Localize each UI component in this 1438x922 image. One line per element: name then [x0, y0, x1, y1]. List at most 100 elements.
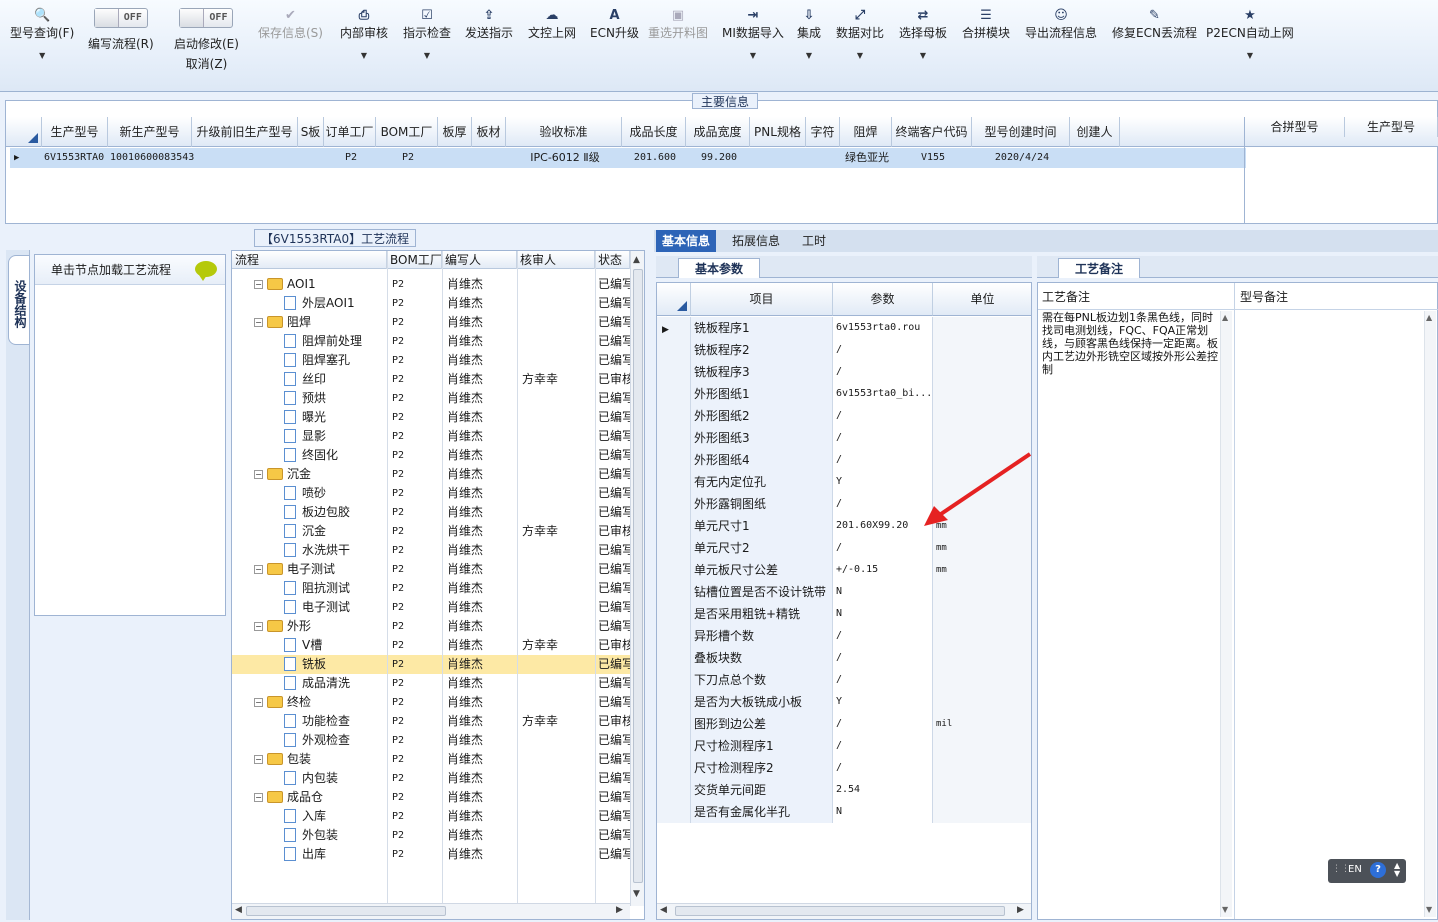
collapse-icon[interactable]: −: [254, 470, 263, 479]
param-unit[interactable]: [933, 669, 1031, 691]
merge-column-header[interactable]: 生产型号: [1345, 117, 1438, 137]
param-value[interactable]: /: [833, 735, 933, 757]
param-row[interactable]: 交货单元间距 2.54: [657, 779, 1031, 801]
param-unit[interactable]: [933, 647, 1031, 669]
table-cell[interactable]: 绿色亚光: [842, 148, 892, 168]
tab-basic-params[interactable]: 基本参数: [678, 258, 761, 278]
search-button[interactable]: 🔍 型号查询(F) ▼: [10, 8, 74, 60]
table-cell[interactable]: 6V1553RTA0: [44, 148, 108, 168]
ecn-button[interactable]: A ECN升级: [590, 8, 639, 41]
tree-row[interactable]: 外包装 P2 肖维杰 已编写: [232, 826, 630, 845]
param-row[interactable]: 钻槽位置是否不设计铣带 N: [657, 581, 1031, 603]
process-note-text[interactable]: 需在每PNL板边划1条黑色线，同时找司电测划线，FQC、FQA正常划线，与顾客黑…: [1042, 311, 1218, 376]
tree-row[interactable]: 喷砂 P2 肖维杰 已编写: [232, 484, 630, 503]
tree-row[interactable]: − 包装 P2 肖维杰 已编写: [232, 750, 630, 769]
tree-row[interactable]: 功能检查 P2 肖维杰 方幸幸 已审核: [232, 712, 630, 731]
write-flow-toggle[interactable]: OFF 编写流程(R): [88, 8, 154, 52]
collapse-icon[interactable]: −: [254, 280, 263, 289]
cancel-label[interactable]: 取消(Z): [174, 55, 239, 72]
param-row[interactable]: 单元板尺寸公差 +/-0.15 mm: [657, 559, 1031, 581]
param-row[interactable]: 外形图纸3/: [657, 427, 1031, 449]
dropdown-arrow-icon[interactable]: ▼: [797, 51, 821, 60]
column-header[interactable]: 阻焊: [840, 117, 892, 147]
column-header[interactable]: 成品宽度: [686, 117, 750, 147]
column-header[interactable]: 板厚: [438, 117, 472, 147]
tree-row[interactable]: 铣板 P2 肖维杰 已编写: [232, 655, 630, 674]
param-value[interactable]: /: [833, 427, 933, 449]
dropdown-arrow-icon[interactable]: ▼: [836, 51, 884, 60]
param-unit[interactable]: [933, 581, 1031, 603]
dropdown-arrow-icon[interactable]: ▼: [340, 51, 388, 60]
param-value[interactable]: /: [833, 713, 933, 735]
tree-row[interactable]: 电子测试 P2 肖维杰 已编写: [232, 598, 630, 617]
language-label[interactable]: EN: [1348, 864, 1362, 875]
language-bar[interactable]: ⋮⋮ EN ? ▲ ▼: [1328, 859, 1406, 883]
check-button[interactable]: ✔ 保存信息(S): [258, 8, 323, 41]
tree-column-header[interactable]: BOM工厂: [387, 251, 442, 269]
tree-row[interactable]: − 电子测试 P2 肖维杰 已编写: [232, 560, 630, 579]
column-header[interactable]: 升级前旧生产型号: [192, 117, 298, 147]
column-header[interactable]: 生产型号: [42, 117, 108, 147]
language-options-icon[interactable]: ▲ ▼: [1394, 862, 1400, 878]
param-unit[interactable]: [933, 405, 1031, 427]
param-row[interactable]: 外形图纸1 6v1553rta0_bi...: [657, 383, 1031, 405]
param-unit[interactable]: [933, 383, 1031, 405]
param-value[interactable]: 201.60X99.20: [833, 515, 933, 537]
param-unit[interactable]: mm: [933, 537, 1031, 559]
table-cell[interactable]: 99.200: [688, 148, 750, 168]
param-value[interactable]: Y: [833, 691, 933, 713]
param-unit[interactable]: [933, 779, 1031, 801]
merge-column-header[interactable]: 合拼型号: [1245, 117, 1345, 137]
table-cell[interactable]: 10010600083543: [110, 148, 194, 168]
tree-row[interactable]: 沉金 P2 肖维杰 方幸幸 已审核: [232, 522, 630, 541]
param-unit[interactable]: mm: [933, 559, 1031, 581]
param-value[interactable]: 2.54: [833, 779, 933, 801]
param-value[interactable]: /: [833, 537, 933, 559]
import-button[interactable]: ⇥ MI数据导入 ▼: [722, 8, 784, 60]
param-row[interactable]: 异形槽个数 /: [657, 625, 1031, 647]
table-cell[interactable]: P2: [326, 148, 376, 168]
param-value[interactable]: N: [833, 581, 933, 603]
column-header[interactable]: 字符: [806, 117, 840, 147]
param-value[interactable]: /: [833, 625, 933, 647]
tree-row[interactable]: 显影 P2 肖维杰 已编写: [232, 427, 630, 446]
param-unit[interactable]: [933, 361, 1031, 383]
param-unit[interactable]: [933, 427, 1031, 449]
tab-equipment-structure[interactable]: 设备结构: [8, 255, 30, 345]
speech-bubble-icon[interactable]: [195, 261, 217, 281]
param-row[interactable]: 叠板块数 /: [657, 647, 1031, 669]
tree-row[interactable]: 预烘 P2 肖维杰 已编写: [232, 389, 630, 408]
param-row[interactable]: ▶ 铣板程序1 6v1553rta0.rou: [657, 317, 1031, 339]
tree-row[interactable]: 成品清洗 P2 肖维杰 已编写: [232, 674, 630, 693]
toggle-switch[interactable]: OFF: [179, 8, 234, 28]
column-header[interactable]: 板材: [472, 117, 506, 147]
param-value[interactable]: /: [833, 361, 933, 383]
param-row[interactable]: 下刀点总个数 /: [657, 669, 1031, 691]
tab-extended-info[interactable]: 拓展信息: [726, 230, 786, 252]
column-header[interactable]: 创建人: [1070, 117, 1120, 147]
tree-row[interactable]: − 沉金 P2 肖维杰 已编写: [232, 465, 630, 484]
param-unit[interactable]: mil: [933, 713, 1031, 735]
tree-horizontal-scrollbar[interactable]: ◀ ▶: [232, 903, 630, 919]
param-unit[interactable]: [933, 735, 1031, 757]
param-value[interactable]: 6v1553rta0_bi...: [833, 383, 933, 405]
model-note-scrollbar[interactable]: ▲ ▼: [1424, 311, 1436, 917]
table-cell[interactable]: [440, 148, 472, 168]
column-header[interactable]: 成品长度: [622, 117, 686, 147]
tree-row[interactable]: 丝印 P2 肖维杰 方幸幸 已审核: [232, 370, 630, 389]
column-header[interactable]: 新生产型号: [108, 117, 192, 147]
param-value[interactable]: /: [833, 669, 933, 691]
table-cell[interactable]: [808, 148, 840, 168]
tree-vertical-scrollbar[interactable]: ▲ ▼: [630, 251, 644, 906]
smiley-button[interactable]: ☺ 导出流程信息: [1025, 8, 1097, 41]
tree-row[interactable]: V槽 P2 肖维杰 方幸幸 已审核: [232, 636, 630, 655]
param-row[interactable]: 尺寸检测程序1/: [657, 735, 1031, 757]
dropdown-arrow-icon[interactable]: ▼: [899, 51, 947, 60]
shuffle-button[interactable]: ⇄ 选择母板 ▼: [899, 8, 947, 60]
tree-column-header[interactable]: 编写人: [442, 251, 517, 269]
param-unit[interactable]: [933, 757, 1031, 779]
param-value[interactable]: /: [833, 339, 933, 361]
param-value[interactable]: /: [833, 405, 933, 427]
tree-row[interactable]: 外观检查 P2 肖维杰 已编写: [232, 731, 630, 750]
table-cell[interactable]: P2: [378, 148, 438, 168]
